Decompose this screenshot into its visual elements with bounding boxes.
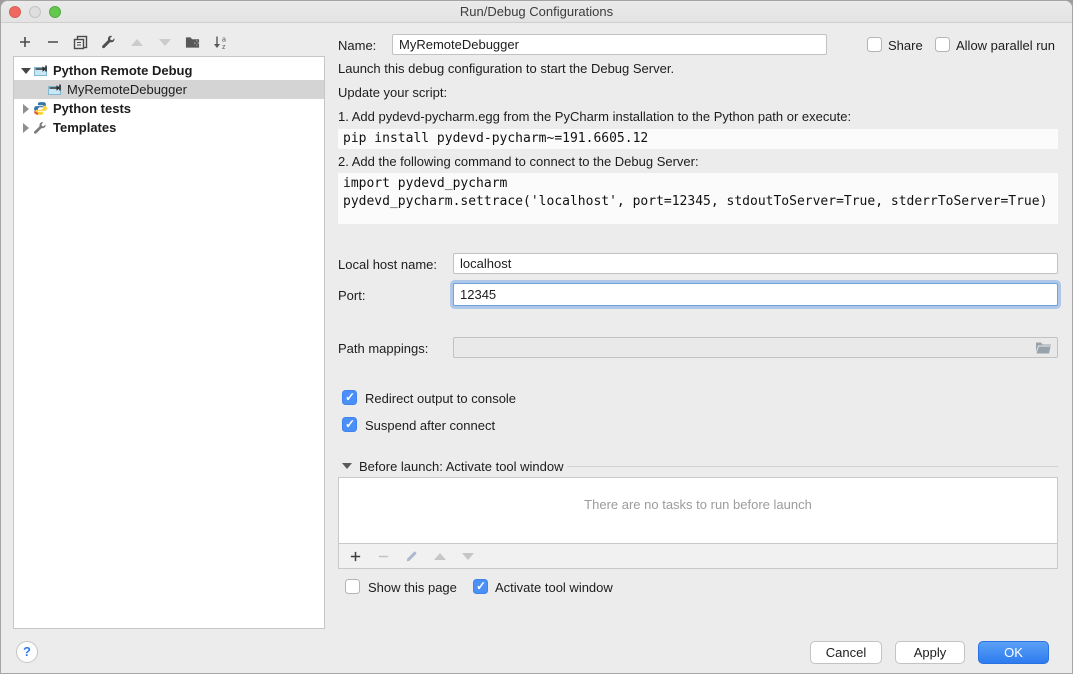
tree-item-label: Templates bbox=[53, 120, 116, 135]
name-input[interactable] bbox=[392, 34, 827, 55]
svg-text:z: z bbox=[222, 44, 226, 50]
path-mappings-label: Path mappings: bbox=[338, 341, 428, 356]
remove-icon bbox=[376, 549, 391, 564]
before-launch-collapse-icon[interactable] bbox=[342, 463, 352, 469]
settrace-code: import pydevd_pycharm pydevd_pycharm.set… bbox=[338, 173, 1058, 224]
show-this-page-checkbox[interactable] bbox=[345, 579, 360, 594]
configurations-tree: Python Remote Debug MyRemoteDebugger Pyt… bbox=[13, 56, 325, 629]
settrace-code-line1: import pydevd_pycharm bbox=[343, 175, 1058, 193]
activate-tool-window-label: Activate tool window bbox=[495, 580, 613, 595]
move-down-icon bbox=[460, 549, 475, 564]
name-label: Name: bbox=[338, 38, 376, 53]
share-checkbox[interactable] bbox=[867, 37, 882, 52]
step2-text: 2. Add the following command to connect … bbox=[338, 154, 699, 169]
window-title: Run/Debug Configurations bbox=[1, 1, 1072, 22]
add-icon[interactable] bbox=[17, 35, 32, 50]
before-launch-label: Before launch: Activate tool window bbox=[359, 459, 564, 474]
wrench-icon bbox=[32, 121, 48, 135]
update-script-text: Update your script: bbox=[338, 85, 447, 100]
help-button[interactable]: ? bbox=[16, 641, 38, 663]
pip-install-code: pip install pydevd-pycharm~=191.6605.12 bbox=[338, 129, 1058, 149]
redirect-output-checkbox[interactable] bbox=[342, 390, 357, 405]
intro-text: Launch this debug configuration to start… bbox=[338, 61, 674, 76]
move-down-icon bbox=[157, 35, 172, 50]
remove-icon[interactable] bbox=[45, 35, 60, 50]
collapse-toggle-icon[interactable] bbox=[20, 68, 32, 74]
remote-debug-icon bbox=[46, 83, 62, 96]
python-icon bbox=[32, 101, 48, 116]
expand-toggle-icon[interactable] bbox=[20, 123, 32, 133]
apply-button[interactable]: Apply bbox=[895, 641, 965, 664]
show-this-page-label: Show this page bbox=[368, 580, 457, 595]
tree-item-label: MyRemoteDebugger bbox=[67, 82, 187, 97]
run-debug-configurations-dialog: Run/Debug Configurations az bbox=[0, 0, 1073, 674]
minimize-button[interactable] bbox=[29, 6, 41, 18]
close-button[interactable] bbox=[9, 6, 21, 18]
cancel-button[interactable]: Cancel bbox=[810, 641, 882, 664]
sort-alphabetically-icon[interactable]: az bbox=[213, 35, 228, 50]
before-launch-divider bbox=[567, 466, 1058, 467]
new-folder-icon[interactable] bbox=[185, 35, 200, 50]
remote-debug-icon bbox=[32, 64, 48, 77]
move-up-icon bbox=[432, 549, 447, 564]
activate-tool-window-checkbox[interactable] bbox=[473, 579, 488, 594]
add-icon[interactable] bbox=[348, 549, 363, 564]
configurations-toolbar: az bbox=[17, 33, 228, 51]
tree-item-myremotedebugger[interactable]: MyRemoteDebugger bbox=[14, 80, 324, 99]
local-host-label: Local host name: bbox=[338, 257, 437, 272]
ok-button[interactable]: OK bbox=[978, 641, 1049, 664]
before-launch-tasks-list: There are no tasks to run before launch bbox=[338, 477, 1058, 544]
zoom-button[interactable] bbox=[49, 6, 61, 18]
titlebar: Run/Debug Configurations bbox=[1, 1, 1072, 23]
path-mappings-input[interactable] bbox=[453, 337, 1058, 358]
redirect-output-label: Redirect output to console bbox=[365, 391, 516, 406]
expand-toggle-icon[interactable] bbox=[20, 104, 32, 114]
local-host-input[interactable] bbox=[453, 253, 1058, 274]
port-input[interactable] bbox=[453, 283, 1058, 306]
tree-item-python-remote-debug[interactable]: Python Remote Debug bbox=[14, 61, 324, 80]
tree-item-label: Python Remote Debug bbox=[53, 63, 192, 78]
tasks-empty-text: There are no tasks to run before launch bbox=[339, 478, 1057, 512]
allow-parallel-run-checkbox[interactable] bbox=[935, 37, 950, 52]
copy-icon[interactable] bbox=[73, 35, 88, 50]
svg-text:a: a bbox=[222, 36, 226, 43]
folder-icon[interactable] bbox=[1035, 341, 1052, 357]
edit-wrench-icon[interactable] bbox=[101, 35, 116, 50]
edit-pencil-icon bbox=[404, 549, 419, 564]
step1-text: 1. Add pydevd-pycharm.egg from the PyCha… bbox=[338, 109, 851, 124]
allow-parallel-run-label: Allow parallel run bbox=[956, 38, 1055, 53]
suspend-after-connect-checkbox[interactable] bbox=[342, 417, 357, 432]
tree-item-python-tests[interactable]: Python tests bbox=[14, 99, 324, 118]
share-label: Share bbox=[888, 38, 923, 53]
tree-item-templates[interactable]: Templates bbox=[14, 118, 324, 137]
move-up-icon bbox=[129, 35, 144, 50]
suspend-after-connect-label: Suspend after connect bbox=[365, 418, 495, 433]
tree-item-label: Python tests bbox=[53, 101, 131, 116]
port-label: Port: bbox=[338, 288, 365, 303]
settrace-code-line2: pydevd_pycharm.settrace('localhost', por… bbox=[343, 193, 1058, 211]
tasks-toolbar bbox=[338, 544, 1058, 569]
